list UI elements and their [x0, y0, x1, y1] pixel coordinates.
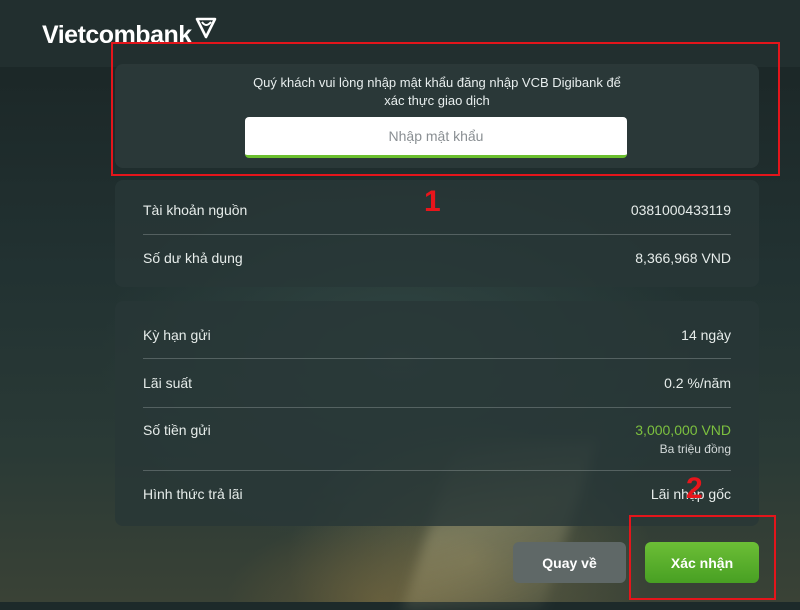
deposit-amount-in-words: Ba triệu đồng [659, 442, 731, 456]
interest-rate-value: 0.2 %/năm [664, 375, 731, 391]
deposit-amount-value: 3,000,000 VND [635, 422, 731, 438]
interest-payment-label: Hình thức trả lãi [143, 486, 243, 502]
source-account-value: 0381000433119 [630, 202, 731, 218]
divider [143, 234, 731, 235]
divider [143, 407, 731, 408]
source-account-label: Tài khoản nguồn [143, 202, 248, 218]
annotation-marker-2: 2 [686, 472, 703, 505]
divider [143, 358, 731, 359]
annotation-marker-1: 1 [424, 185, 441, 218]
available-balance-value: 8,366,968 VND [635, 250, 731, 266]
divider [143, 470, 731, 471]
available-balance-label: Số dư khả dụng [143, 250, 243, 266]
annotation-box-password [111, 42, 780, 176]
term-value: 14 ngày [681, 327, 731, 343]
annotation-box-confirm [629, 515, 776, 600]
term-label: Kỳ hạn gửi [143, 327, 211, 343]
deposit-amount-label: Số tiền gửi [143, 422, 211, 438]
deposit-details-panel: Kỳ hạn gửi 14 ngày Lãi suất 0.2 %/năm Số… [115, 301, 759, 526]
interest-rate-label: Lãi suất [143, 375, 193, 391]
back-button[interactable]: Quay về [513, 542, 626, 583]
vcb-emblem-icon [195, 16, 217, 45]
